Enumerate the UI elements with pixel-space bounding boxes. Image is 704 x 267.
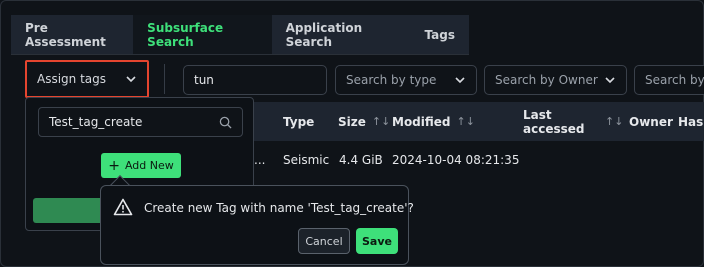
column-modified[interactable]: Modified ↑↓ — [392, 102, 475, 141]
row-size: 4.4 GiB — [339, 153, 383, 167]
sort-icon[interactable]: ↑↓ — [457, 115, 475, 128]
extra-filter-select[interactable]: Search by l — [634, 65, 704, 95]
column-last-accessed-label: Last accessed — [523, 107, 585, 136]
warning-icon — [113, 198, 133, 216]
column-size[interactable]: Size ↑↓ — [338, 102, 390, 141]
tab-application-search[interactable]: Application Search — [272, 15, 411, 54]
column-modified-label: Modified — [392, 114, 451, 129]
tab-pre-assessment[interactable]: Pre Assessment — [11, 15, 133, 54]
column-size-label: Size — [338, 114, 366, 129]
search-icon — [219, 116, 232, 129]
column-owner[interactable]: Owner — [629, 102, 673, 141]
chevron-down-icon — [126, 76, 136, 83]
sort-icon[interactable]: ↑↓ — [372, 115, 390, 128]
sort-control-last-accessed[interactable]: ↑↓ — [605, 102, 623, 141]
tab-subsurface-search[interactable]: Subsurface Search — [133, 15, 272, 54]
sort-icon[interactable]: ↑↓ — [605, 115, 623, 128]
tag-search-input[interactable]: Test_tag_create — [38, 107, 243, 137]
search-input-value: tun — [194, 73, 214, 87]
cancel-button[interactable]: Cancel — [298, 228, 350, 254]
row-type: Seismic — [283, 153, 330, 167]
chevron-down-icon — [455, 77, 465, 84]
filter-divider — [164, 64, 165, 94]
tag-search-value: Test_tag_create — [49, 115, 143, 129]
row-name-truncated: ... — [254, 153, 266, 167]
owner-filter-placeholder: Search by Owner — [495, 73, 598, 87]
add-new-tag-button[interactable]: + Add New — [101, 153, 181, 178]
column-owner-label: Owner — [629, 114, 673, 129]
column-hash-label: Hash — [678, 114, 704, 129]
confirm-popup: Create new Tag with name 'Test_tag_creat… — [100, 185, 414, 265]
owner-filter-select[interactable]: Search by Owner — [484, 65, 627, 95]
add-new-label: Add New — [124, 159, 174, 172]
assign-tags-select[interactable]: Assign tags — [25, 60, 149, 98]
type-filter-placeholder: Search by type — [346, 73, 437, 87]
save-button[interactable]: Save — [356, 228, 398, 254]
tab-tags[interactable]: Tags — [411, 15, 469, 54]
extra-filter-placeholder: Search by l — [645, 73, 704, 87]
column-type-label: Type — [283, 114, 315, 129]
column-last-accessed[interactable]: Last accessed — [523, 102, 593, 141]
search-input[interactable]: tun — [183, 65, 327, 95]
tab-bar: Pre Assessment Subsurface Search Applica… — [11, 15, 469, 54]
confirm-message: Create new Tag with name 'Test_tag_creat… — [144, 201, 414, 215]
assign-tags-label: Assign tags — [37, 72, 107, 86]
column-type[interactable]: Type — [283, 102, 314, 141]
column-hash[interactable]: Hash — [678, 102, 704, 141]
plus-icon: + — [108, 157, 120, 174]
chevron-down-icon — [605, 77, 615, 84]
type-filter-select[interactable]: Search by type — [335, 65, 477, 95]
app-frame: Pre Assessment Subsurface Search Applica… — [0, 0, 704, 267]
tab-divider — [11, 54, 469, 55]
row-modified: 2024-10-04 08:21:35 — [392, 153, 520, 167]
